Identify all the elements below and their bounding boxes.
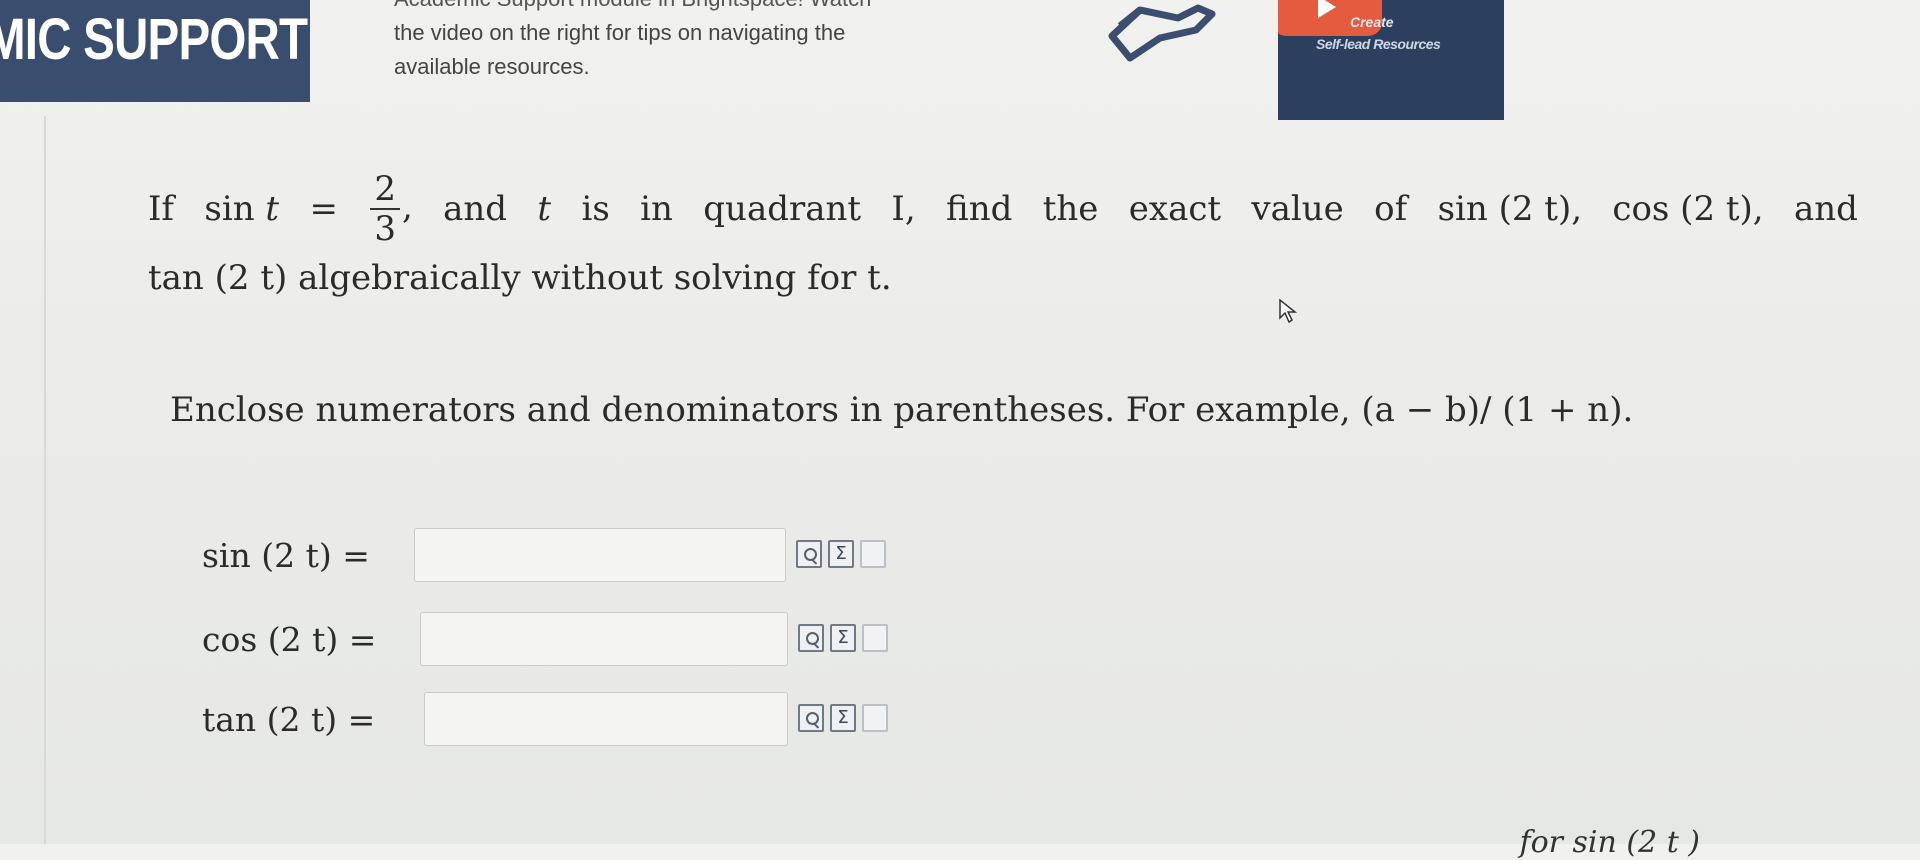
sigma-icon[interactable]: Σ [830, 704, 856, 732]
answer-tools: Σ [798, 704, 888, 732]
answer-tools: Σ [798, 624, 888, 652]
sigma-icon[interactable]: Σ [830, 624, 856, 652]
q-equals: = [309, 189, 338, 229]
q-sin-2t: sin (2 t), [1437, 189, 1583, 229]
fraction: 23 [370, 172, 400, 246]
blank-page-icon[interactable] [862, 704, 888, 732]
bottom-fragment-text: for sin (2 t ) [1519, 825, 1700, 860]
fraction-numerator: 2 [370, 172, 400, 210]
answer-row-tan: tan (2 t) = Σ [0, 692, 900, 752]
cos-2t-input[interactable] [420, 612, 788, 666]
q-cos-2t: cos (2 t), [1612, 189, 1764, 229]
answer-label-cos: cos (2 t) = [202, 620, 377, 659]
instruction-text: Enclose numerators and denominators in p… [170, 390, 1634, 430]
q-word: value [1251, 189, 1344, 229]
hand-icon [1108, 4, 1216, 62]
answer-row-sin: sin (2 t) = Σ [0, 528, 900, 588]
video-thumbnail[interactable]: Create Self-lead Resources [1278, 0, 1504, 120]
intro-line-2: available resources. [394, 54, 590, 79]
q-word: in [640, 189, 673, 229]
preview-icon[interactable] [798, 624, 824, 652]
intro-line-1: the video on the right for tips on navig… [394, 20, 846, 45]
intro-text: Academic Support module in Brightspace! … [394, 0, 994, 84]
video-caption-1: Create [1350, 14, 1394, 30]
q-sin: sin [204, 189, 255, 229]
answer-label-sin: sin (2 t) = [202, 536, 370, 575]
blank-page-icon[interactable] [860, 540, 886, 568]
tan-2t-input[interactable] [424, 692, 788, 746]
q-word: and [1793, 189, 1858, 229]
support-banner: MIC SUPPORT [0, 0, 310, 102]
sin-2t-input[interactable] [414, 528, 786, 582]
sigma-icon[interactable]: Σ [828, 540, 854, 568]
answer-label-tan: tan (2 t) = [202, 700, 376, 739]
preview-icon[interactable] [798, 704, 824, 732]
fraction-denominator: 3 [374, 209, 396, 249]
q-word: If [148, 189, 175, 229]
q-var-t: t [537, 189, 552, 229]
question-line-1: If sin t = 23, and t is in quadrant I, f… [148, 172, 1858, 246]
q-word: is [581, 189, 610, 229]
answer-row-cos: cos (2 t) = Σ [0, 612, 900, 672]
q-comma: , [401, 187, 413, 227]
q-word: the [1042, 189, 1099, 229]
q-word: of [1374, 189, 1408, 229]
q-word: and [443, 189, 508, 229]
q-word: exact [1128, 189, 1222, 229]
blank-page-icon[interactable] [862, 624, 888, 652]
banner-title: MIC SUPPORT [0, 7, 308, 72]
q-var-t: t [265, 189, 280, 229]
question-text: If sin t = 23, and t is in quadrant I, f… [148, 172, 1858, 310]
preview-icon[interactable] [796, 540, 822, 568]
q-word: quadrant [703, 189, 862, 229]
video-caption-2: Self-lead Resources [1316, 36, 1441, 52]
intro-line-0: Academic Support module in Brightspace! … [394, 0, 994, 16]
answer-tools: Σ [796, 540, 886, 568]
q-word: I, [891, 189, 916, 229]
mouse-cursor-icon [1279, 298, 1298, 324]
question-line-2: tan (2 t) algebraically without solving … [148, 258, 892, 298]
q-word: find [946, 189, 1013, 229]
